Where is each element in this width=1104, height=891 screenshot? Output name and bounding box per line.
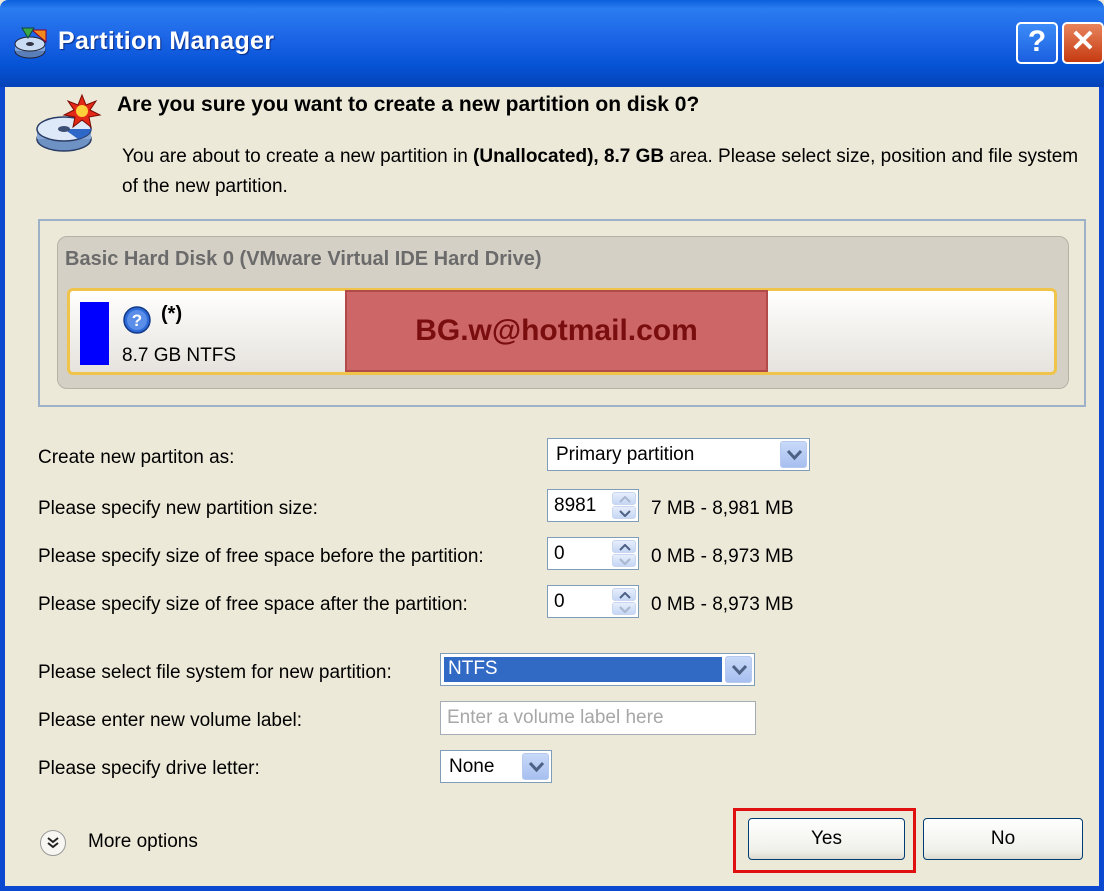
size-spinner[interactable] [612,492,636,519]
free-after-range: 0 MB - 8,973 MB [651,594,794,615]
help-button[interactable]: ? [1016,22,1058,64]
spin-up-icon[interactable] [612,540,636,553]
volume-label-input[interactable] [441,702,755,734]
after-spinner[interactable] [612,588,636,615]
watermark-text: BG.w@hotmail.com [415,314,698,347]
partition-color-bar [80,302,109,365]
partition-manager-icon [14,27,47,59]
yes-button[interactable]: Yes [748,818,905,860]
spin-down-icon[interactable] [612,602,636,615]
window-frame-bottom [0,886,1104,891]
expand-double-chevron-icon[interactable] [40,830,66,856]
confirmation-question: Are you sure you want to create a new pa… [117,93,700,116]
drive-letter-select[interactable]: None [440,750,552,783]
free-after-input[interactable]: 0 [547,585,639,618]
disk-title: Basic Hard Disk 0 (VMware Virtual IDE Ha… [65,248,542,270]
file-system-value: NTFS [444,657,722,682]
free-before-input[interactable]: 0 [547,537,639,570]
description-unallocated-area: (Unallocated), 8.7 GB [473,146,665,167]
free-after-value: 0 [554,591,565,612]
chevron-down-icon[interactable] [780,441,807,468]
before-spinner[interactable] [612,540,636,567]
free-after-label: Please specify size of free space after … [38,594,468,615]
unknown-filesystem-icon: ? [123,306,151,334]
drive-letter-value: None [449,756,495,777]
partition-size-range: 7 MB - 8,981 MB [651,498,794,519]
no-button[interactable]: No [923,818,1083,860]
partition-name: (*) [161,303,183,325]
free-before-label: Please specify size of free space before… [38,546,484,567]
partition-info: 8.7 GB NTFS [122,345,237,366]
window-frame-left [0,87,5,891]
spin-up-icon[interactable] [612,588,636,601]
close-button[interactable]: ✕ [1062,22,1104,64]
svg-text:?: ? [132,311,142,330]
window-title: Partition Manager [58,27,275,55]
partition-type-value: Primary partition [556,444,695,465]
spin-down-icon[interactable] [612,506,636,519]
volume-label-field[interactable] [440,701,756,735]
volume-label-label: Please enter new volume label: [38,710,303,731]
partition-type-select[interactable]: Primary partition [547,438,810,471]
file-system-select[interactable]: NTFS [440,653,755,686]
partition-type-label: Create new partiton as: [38,447,235,468]
drive-letter-label: Please specify drive letter: [38,758,260,779]
partition-size-label: Please specify new partition size: [38,498,318,519]
more-options-link[interactable]: More options [88,831,198,853]
file-system-label: Please select file system for new partit… [38,662,392,683]
chevron-down-icon[interactable] [725,656,752,683]
free-before-range: 0 MB - 8,973 MB [651,546,794,567]
chevron-down-icon[interactable] [522,753,549,780]
description-prefix: You are about to create a new partition … [122,146,474,167]
description-text: You are about to create a new partition … [122,142,1087,202]
watermark-overlay: BG.w@hotmail.com [345,290,768,372]
title-bar[interactable]: Partition Manager ? ✕ [0,0,1104,87]
spin-up-icon[interactable] [612,492,636,505]
new-partition-disk-icon [36,93,102,152]
partition-size-value: 8981 [554,495,597,516]
partition-size-input[interactable]: 8981 [547,489,639,522]
window-frame-right [1099,87,1104,891]
spin-down-icon[interactable] [612,554,636,567]
free-before-value: 0 [554,543,565,564]
